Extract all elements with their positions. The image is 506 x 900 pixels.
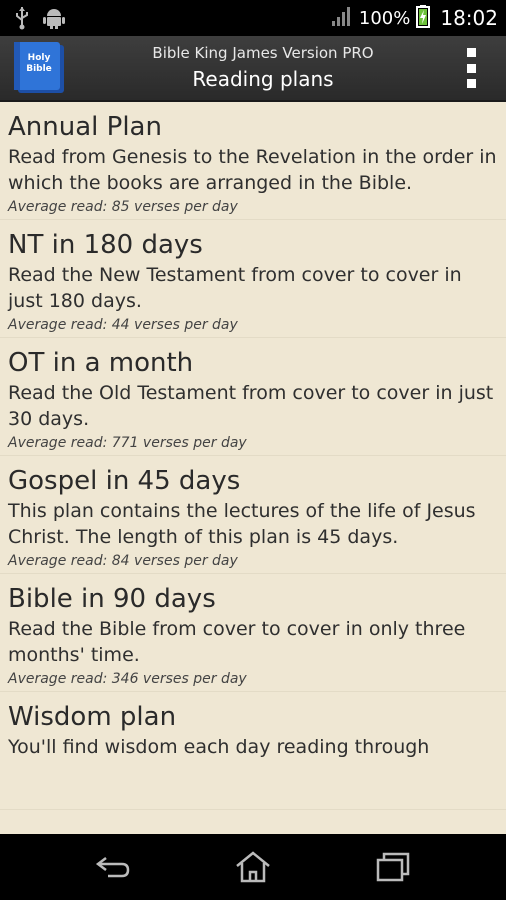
plan-description: This plan contains the lectures of the l… — [8, 500, 476, 548]
android-debug-icon — [42, 6, 66, 34]
app-icon-text-bible: Bible — [26, 64, 52, 74]
battery-charging-icon — [416, 4, 431, 32]
plan-title: Annual Plan — [8, 112, 162, 142]
app-icon[interactable]: Holy Bible — [12, 40, 70, 96]
signal-icon — [331, 5, 353, 31]
notification-icons — [14, 6, 66, 34]
home-icon[interactable] — [233, 850, 273, 884]
plan-item-gospel-45[interactable]: Gospel in 45 days This plan contains the… — [0, 456, 506, 574]
app-icon-text-holy: Holy — [28, 53, 51, 63]
plan-title: Wisdom plan — [8, 702, 177, 732]
plan-average: Average read: 84 verses per day — [8, 553, 238, 569]
plan-item-bible-90[interactable]: Bible in 90 days Read the Bible from cov… — [0, 574, 506, 692]
plan-title: NT in 180 days — [8, 230, 203, 260]
recent-apps-icon[interactable] — [374, 850, 414, 884]
status-bar: 100% 18:02 — [0, 0, 506, 36]
plan-title: Gospel in 45 days — [8, 466, 241, 496]
clock: 18:02 — [440, 6, 498, 30]
plan-description: Read the Bible from cover to cover in on… — [8, 618, 466, 666]
usb-icon — [14, 6, 30, 34]
plan-description: Read the New Testament from cover to cov… — [8, 264, 462, 312]
navigation-bar — [0, 834, 506, 900]
plan-average: Average read: 85 verses per day — [8, 199, 238, 215]
plan-description: Read from Genesis to the Revelation in t… — [8, 146, 497, 194]
plan-title: Bible in 90 days — [8, 584, 216, 614]
app-title: Bible King James Version PRO — [152, 44, 374, 62]
plan-item-ot-month[interactable]: OT in a month Read the Old Testament fro… — [0, 338, 506, 456]
overflow-menu-icon[interactable] — [464, 48, 478, 88]
plan-item-wisdom[interactable]: Wisdom plan You'll find wisdom each day … — [0, 692, 506, 810]
plan-average: Average read: 346 verses per day — [8, 671, 247, 687]
reading-plan-list: Annual Plan Read from Genesis to the Rev… — [0, 102, 506, 834]
back-icon[interactable] — [94, 850, 134, 884]
plan-average: Average read: 44 verses per day — [8, 317, 238, 333]
battery-percentage: 100% — [358, 7, 411, 29]
plan-description: You'll find wisdom each day reading thro… — [8, 736, 430, 758]
plan-description: Read the Old Testament from cover to cov… — [8, 382, 494, 430]
action-bar: Holy Bible Bible King James Version PRO … — [0, 36, 506, 102]
plan-average: Average read: 771 verses per day — [8, 435, 247, 451]
plan-item-annual[interactable]: Annual Plan Read from Genesis to the Rev… — [0, 102, 506, 220]
plan-title: OT in a month — [8, 348, 194, 378]
page-title: Reading plans — [192, 67, 334, 91]
plan-item-nt-180[interactable]: NT in 180 days Read the New Testament fr… — [0, 220, 506, 338]
